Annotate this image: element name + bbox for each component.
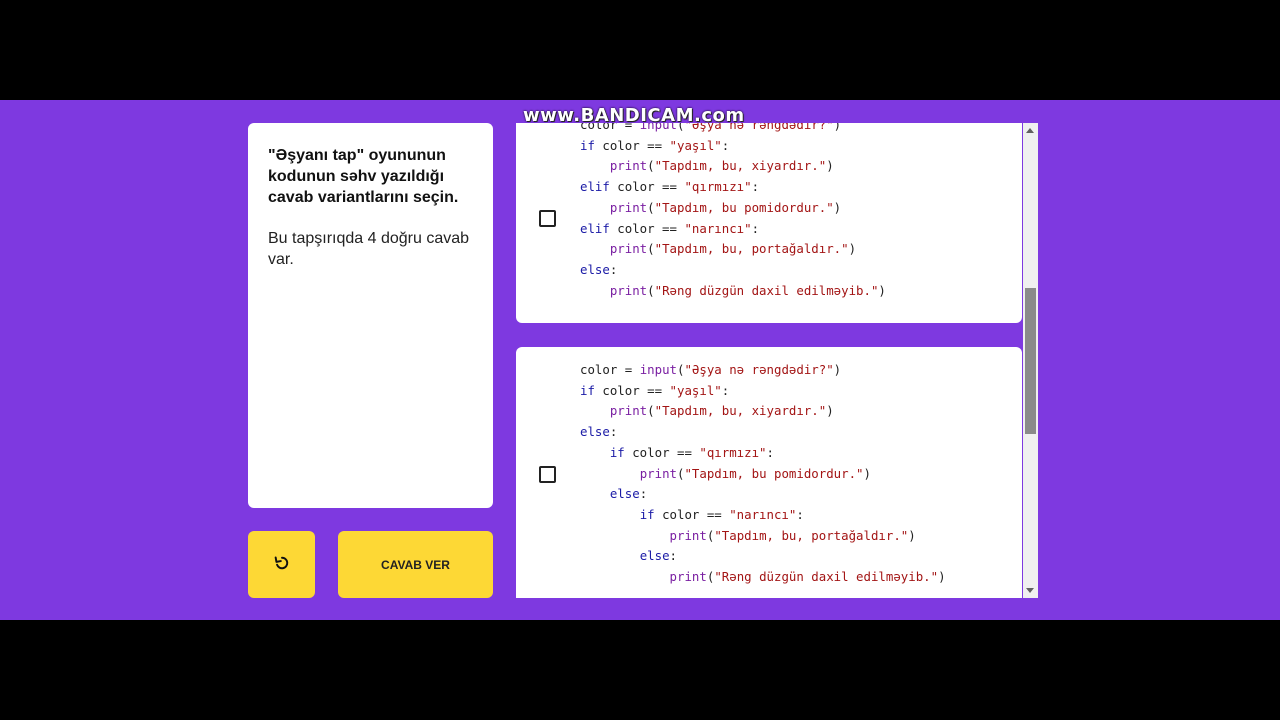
question-title: "Əşyanı tap" oyununun kodunun səhv yazıl… [268,147,459,206]
question-panel: "Əşyanı tap" oyununun kodunun səhv yazıl… [248,123,493,508]
scrollbar-thumb[interactable] [1025,288,1036,434]
option-1-checkbox[interactable] [539,210,556,227]
option-2-code: color = input("Əşya nə rəngdədir?") if c… [580,362,946,585]
options-list: color = input("Əşya nə rəngdədir?") if c… [516,123,1038,598]
undo-icon [273,554,291,575]
scrollbar[interactable] [1023,123,1038,598]
scroll-down-arrow-icon[interactable] [1026,588,1034,593]
option-2-checkbox[interactable] [539,466,556,483]
option-card-1[interactable]: color = input("Əşya nə rəngdədir?") if c… [516,123,1022,323]
answer-button[interactable]: CAVAB VER [338,531,493,598]
option-1-code: color = input("Əşya nə rəngdədir?") if c… [580,123,886,298]
question-note: Bu tapşırıqda 4 doğru cavab var. [268,230,470,268]
reset-button[interactable] [248,531,315,598]
scroll-up-arrow-icon[interactable] [1026,128,1034,133]
option-card-2[interactable]: color = input("Əşya nə rəngdədir?") if c… [516,347,1022,598]
